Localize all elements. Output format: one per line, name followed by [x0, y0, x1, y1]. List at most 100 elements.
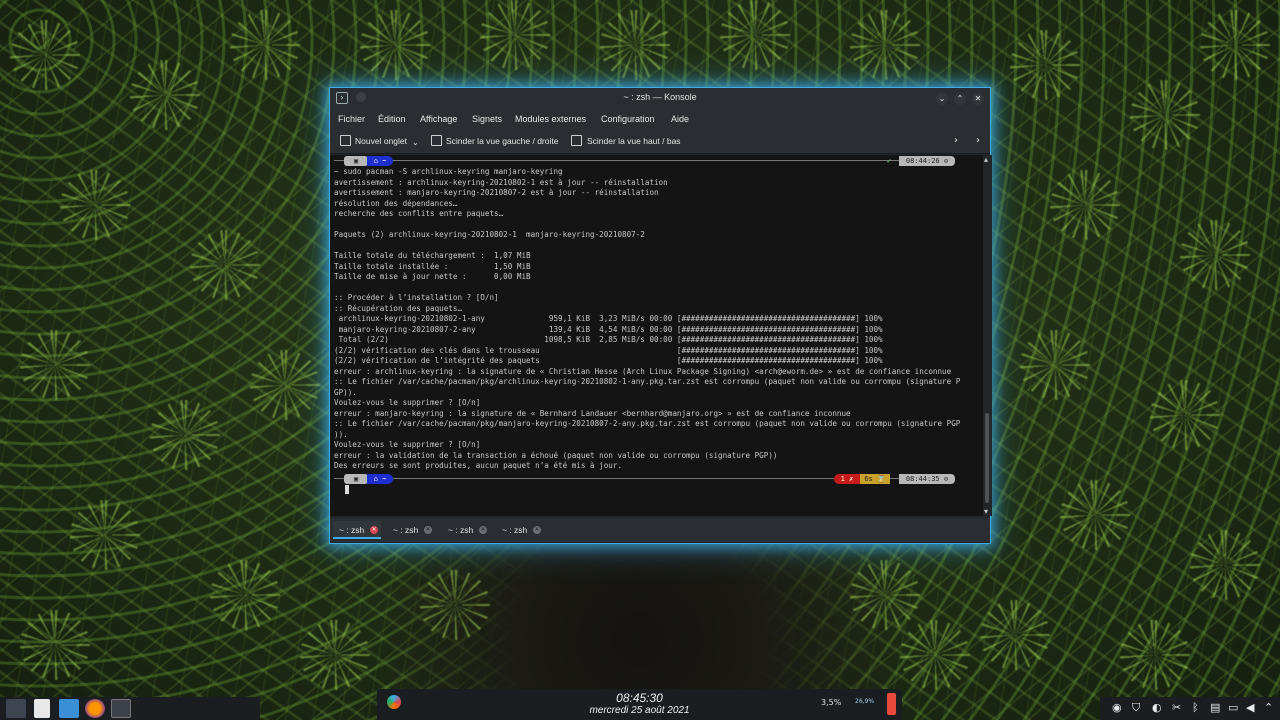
terminal-line: GP)).: [334, 387, 357, 397]
terminal-line: manjaro-keyring-20210807-2-any 139,4 KiB…: [334, 324, 883, 334]
terminal-cursor: [345, 485, 349, 494]
toolbar: Nouvel onglet ⌄ Scinder la vue gauche / …: [330, 130, 990, 154]
terminal-line: Taille totale installée : 1,50 MiB: [334, 261, 531, 271]
konsole-window: › ~ : zsh — Konsole ⌄ ⌃ ✕ Fichier Éditio…: [329, 87, 992, 544]
terminal-line: erreur : manjaro-keyring : la signature …: [334, 408, 851, 418]
bluetooth-icon[interactable]: ᛒ: [1192, 701, 1199, 715]
system-tray: ◉ ⛉ ◐ ✂ ᛒ ▤ ▭ ◀ ⌃: [1100, 697, 1280, 720]
window-title: ~ : zsh — Konsole: [623, 92, 697, 102]
terminal-line: Total (2/2) 1098,5 KiB 2,85 MiB/s 00:00 …: [334, 335, 883, 344]
chevron-down-icon[interactable]: ⌄: [412, 138, 419, 147]
terminal-line: erreur : la validation de la transaction…: [334, 450, 778, 460]
volume-icon[interactable]: ◀: [1246, 701, 1254, 715]
menu-modules-externes[interactable]: Modules externes: [515, 114, 586, 124]
file-manager-icon[interactable]: [59, 699, 79, 718]
tab-zsh-3[interactable]: ~ : zsh ✕: [442, 521, 492, 539]
terminal-line: :: Le fichier /var/cache/pacman/pkg/arch…: [334, 377, 961, 386]
terminal-line: archlinux-keyring-20210802-1-any 959,1 K…: [334, 314, 883, 323]
prompt-path: ⌂ ~: [367, 474, 393, 484]
split-left-right-button[interactable]: Scinder la vue gauche / droite: [446, 136, 558, 146]
prompt-os-icon: ▣: [344, 156, 368, 166]
terminal-line: (2/2) vérification des clés dans le trou…: [334, 345, 883, 355]
terminal-line: (2/2) vérification de l’intégrité des pa…: [334, 356, 883, 365]
terminal-line: Des erreurs se sont produites, aucun paq…: [334, 461, 623, 470]
expand-tray-icon[interactable]: ⌃: [1264, 701, 1273, 715]
tab-close-icon[interactable]: ✕: [424, 526, 432, 534]
text-editor-icon[interactable]: [34, 699, 50, 718]
split-horizontal-icon: [431, 135, 442, 146]
menu-edition[interactable]: Édition: [378, 114, 406, 124]
update-icon[interactable]: ◐: [1152, 701, 1162, 715]
tab-bar: ~ : zsh ✕ ~ : zsh ✕ ~ : zsh ✕ ~ : zsh ✕: [330, 518, 990, 542]
menu-aide[interactable]: Aide: [671, 114, 689, 124]
new-tab-button[interactable]: Nouvel onglet: [355, 136, 407, 146]
menu-signets[interactable]: Signets: [472, 114, 502, 124]
prompt-error-status: 1 ✗: [834, 474, 860, 484]
notifications-icon[interactable]: [887, 693, 896, 715]
network-icon[interactable]: ▭: [1228, 701, 1238, 715]
konsole-task-icon[interactable]: [111, 699, 131, 718]
tab-label: ~ : zsh: [339, 525, 365, 535]
clipboard-icon[interactable]: ▤: [1210, 701, 1220, 715]
tab-zsh-2[interactable]: ~ : zsh ✕: [387, 521, 437, 539]
taskbar-launchers: [0, 697, 260, 720]
window-titlebar[interactable]: › ~ : zsh — Konsole ⌄ ⌃ ✕: [330, 88, 990, 110]
tab-close-icon[interactable]: ✕: [479, 526, 487, 534]
terminal-view[interactable]: ▣ ⌂ ~ ✓ 08:44:26 ⊙ ~ sudo pacman -S arch…: [330, 155, 983, 516]
terminal-line: Voulez-vous le supprimer ? [O/n]: [334, 440, 481, 449]
terminal-line: avertissement : manjaro-keyring-20210807…: [334, 188, 659, 197]
terminal-line: erreur : archlinux-keyring : la signatur…: [334, 366, 952, 376]
terminal-scrollbar[interactable]: ▴ ▾: [983, 155, 992, 516]
shield-icon[interactable]: ⛉: [1132, 701, 1140, 715]
terminal-line: Taille totale du téléchargement : 1,07 M…: [334, 251, 531, 260]
tab-close-icon[interactable]: ✕: [533, 526, 541, 534]
terminal-line: recherche des conflits entre paquets…: [334, 209, 504, 218]
tab-zsh-1[interactable]: ~ : zsh ✕: [333, 521, 381, 539]
minimize-button[interactable]: ⌄: [936, 93, 948, 105]
terminal-line: ~ sudo pacman -S archlinux-keyring manja…: [334, 167, 563, 176]
terminal-line: :: Procéder à l’installation ? [O/n]: [334, 293, 499, 302]
tab-close-icon[interactable]: ✕: [370, 526, 378, 534]
terminal-line: résolution des dépendances…: [334, 198, 458, 208]
prompt-status-ok: ✓: [886, 157, 892, 165]
menu-fichier[interactable]: Fichier: [338, 114, 365, 124]
scroll-down-icon[interactable]: ▾: [984, 507, 988, 516]
terminal-line: )).: [334, 429, 348, 439]
split-vertical-icon: [571, 135, 582, 146]
prompt-duration: 6s ⌛: [860, 474, 890, 484]
scissors-icon[interactable]: ✂: [1172, 701, 1181, 715]
tab-label: ~ : zsh: [448, 525, 474, 535]
prompt-top: ▣ ⌂ ~ ✓ 08:44:26 ⊙: [334, 156, 955, 166]
memory-usage: 26,9%: [855, 698, 875, 705]
terminal-line: :: Récupération des paquets…: [334, 303, 463, 313]
maximize-button[interactable]: ⌃: [954, 93, 966, 105]
firefox-icon[interactable]: [85, 699, 105, 718]
terminal-line: :: Le fichier /var/cache/pacman/pkg/manj…: [334, 419, 961, 428]
prompt-path: ⌂ ~: [367, 156, 393, 166]
prompt-time: 08:44:35 ⊙: [899, 474, 955, 484]
menu-configuration[interactable]: Configuration: [601, 114, 655, 124]
prompt-os-icon: ▣: [344, 474, 368, 484]
scrollbar-thumb[interactable]: [985, 413, 989, 503]
split-top-bottom-button[interactable]: Scinder la vue haut / bas: [587, 136, 681, 146]
discord-icon[interactable]: ◉: [1112, 701, 1122, 715]
cpu-usage: 3,5%: [821, 698, 842, 707]
terminal-line: Voulez-vous le supprimer ? [O/n]: [334, 398, 481, 407]
scroll-up-icon[interactable]: ▴: [984, 155, 988, 164]
terminal-line: Taille de mise à jour nette : 0,00 MiB: [334, 272, 531, 281]
prompt-bottom: ▣ ⌂ ~ 1 ✗ 6s ⌛ 08:44:35 ⊙: [334, 474, 955, 484]
prompt-time: 08:44:26 ⊙: [899, 156, 955, 166]
close-button[interactable]: ✕: [972, 93, 984, 105]
tab-zsh-4[interactable]: ~ : zsh ✕: [496, 521, 546, 539]
clock-panel[interactable]: 08:45:30 mercredi 25 août 2021 3,5% 26,9…: [377, 689, 902, 720]
tab-label: ~ : zsh: [393, 525, 419, 535]
new-tab-icon: [340, 135, 351, 146]
chevron-right-icon[interactable]: ›: [954, 135, 958, 146]
terminal-line: avertissement : archlinux-keyring-202108…: [334, 177, 668, 187]
menu-affichage[interactable]: Affichage: [420, 114, 457, 124]
application-launcher-icon[interactable]: [6, 699, 26, 718]
tab-label: ~ : zsh: [502, 525, 528, 535]
overflow-chevron-icon[interactable]: ›: [976, 135, 980, 146]
terminal-line: Paquets (2) archlinux-keyring-20210802-1…: [334, 230, 645, 239]
menubar: Fichier Édition Affichage Signets Module…: [330, 110, 990, 130]
